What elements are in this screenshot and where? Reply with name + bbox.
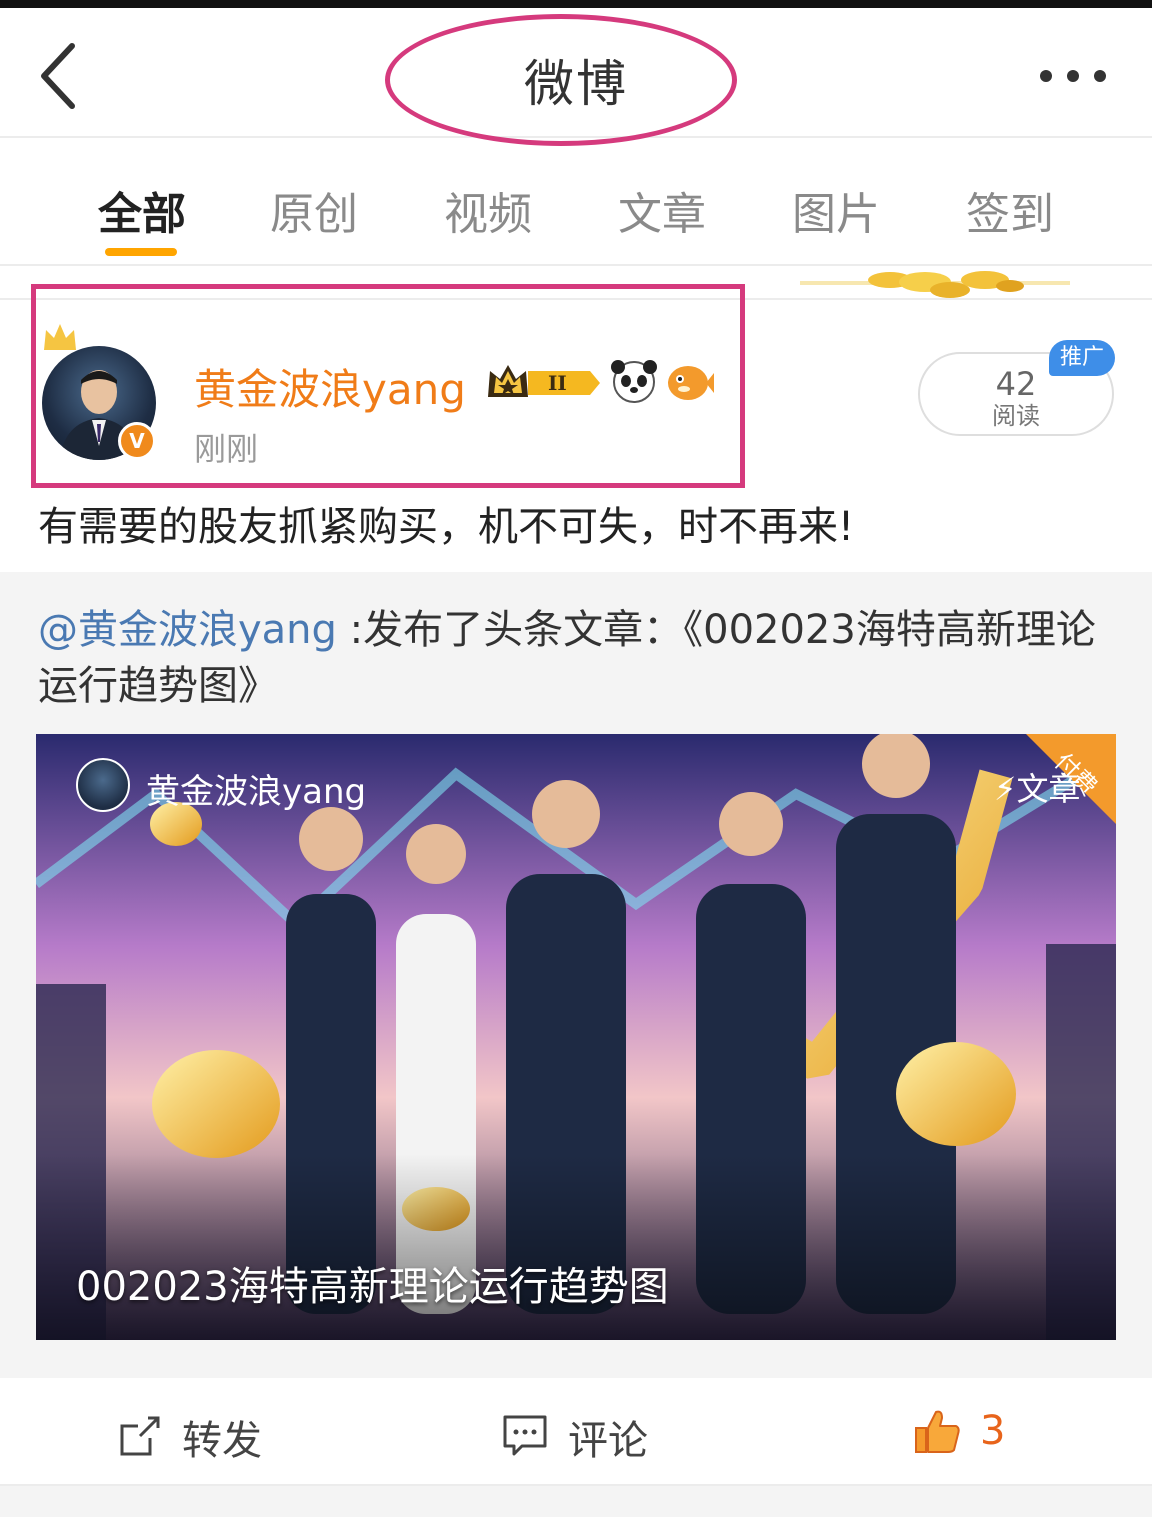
read-label: 阅读 — [992, 402, 1040, 430]
card-author-name: 黄金波浪yang — [146, 772, 367, 812]
status-bar — [0, 0, 1152, 8]
comment-icon — [503, 1415, 547, 1456]
lightning-icon: ⚡ — [994, 770, 1017, 808]
card-author-avatar — [76, 758, 130, 812]
tab-article[interactable]: 文章 — [592, 178, 732, 242]
next-post-divider — [0, 1486, 1152, 1517]
post-text: 有需要的股友抓紧购买，机不可失，时不再来! — [38, 504, 855, 550]
repost-button[interactable]: 转发 — [118, 1408, 278, 1464]
more-dots-icon[interactable] — [1038, 66, 1108, 86]
author-highlight-box — [31, 284, 745, 488]
share-icon — [120, 1416, 160, 1456]
promo-badge: 推广 — [1049, 340, 1115, 376]
tab-original[interactable]: 原创 — [244, 178, 384, 242]
filter-tabs: 全部 原创 视频 文章 图片 签到 — [0, 140, 1152, 266]
nav-header: 微博 — [0, 8, 1152, 146]
like-button[interactable]: 3 — [914, 1408, 1024, 1458]
repost-label: 转发 — [182, 1418, 262, 1464]
repost-block[interactable]: @黄金波浪yang :发布了头条文章：《002023海特高新理论运行趋势图》 黄… — [0, 572, 1152, 1378]
paid-corner-badge: 付费 — [1049, 748, 1102, 801]
tab-video[interactable]: 视频 — [418, 178, 558, 242]
tab-all[interactable]: 全部 — [72, 178, 212, 242]
like-count: 3 — [980, 1408, 1006, 1454]
active-tab-indicator — [105, 248, 177, 256]
svg-text:付费: 付费 — [1049, 748, 1102, 801]
comment-label: 评论 — [568, 1418, 648, 1464]
action-bar: 转发 评论 3 — [0, 1378, 1152, 1486]
mention-link[interactable]: @黄金波浪yang — [38, 607, 337, 653]
article-card[interactable]: 黄金波浪yang ⚡文章 付费 002023海特高新理论运行趋势图 — [36, 734, 1116, 1340]
article-cover-image — [36, 734, 1116, 1340]
title-highlight-ring — [385, 14, 737, 146]
thumbs-up-icon — [915, 1410, 960, 1453]
coins-decoration-icon — [800, 271, 1070, 298]
tab-images[interactable]: 图片 — [766, 178, 906, 242]
card-caption: 002023海特高新理论运行趋势图 — [76, 1264, 669, 1310]
comment-button[interactable]: 评论 — [502, 1408, 662, 1464]
repost-text: @黄金波浪yang :发布了头条文章：《002023海特高新理论运行趋势图》 — [38, 602, 1118, 714]
tab-checkin[interactable]: 签到 — [940, 178, 1080, 242]
